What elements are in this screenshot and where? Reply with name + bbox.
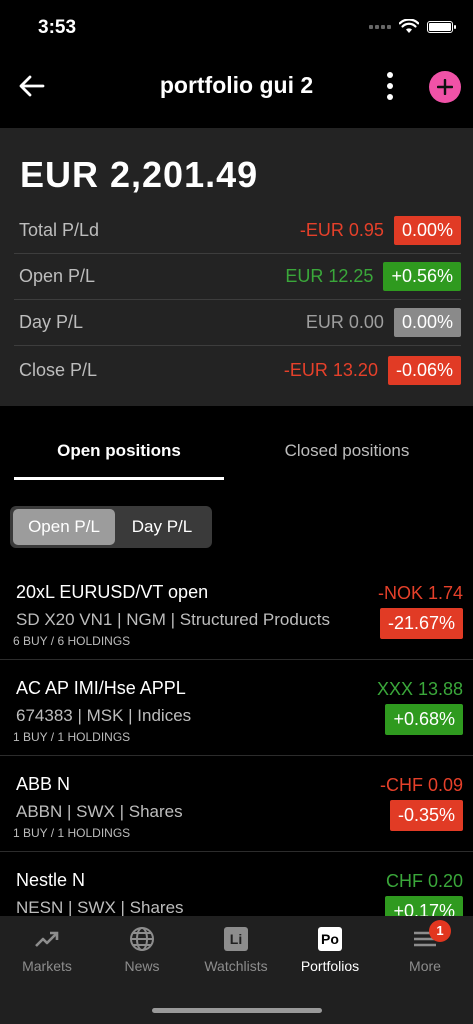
pl-label: Day P/L xyxy=(19,312,84,332)
nav-item-more[interactable]: 1 More xyxy=(385,920,465,974)
position-holdings: 6 BUY / 6 HOLDINGS xyxy=(13,634,131,648)
wifi-icon xyxy=(399,19,419,33)
portfolios-letter-icon: Po xyxy=(318,927,342,951)
nav-item-portfolios[interactable]: Po Portfolios xyxy=(290,926,370,974)
pl-row-close: Close P/L -EUR 13.20 -0.06% xyxy=(14,347,461,393)
positions-list: 20xL EURUSD/VT open SD X20 VN1 | NGM | S… xyxy=(0,564,473,916)
segment-open-pl[interactable]: Open P/L xyxy=(13,509,115,545)
positions-tabs: Open positions Closed positions xyxy=(14,428,461,480)
pl-segmented-control: Open P/L Day P/L xyxy=(10,506,212,548)
position-percent-badge: +0.68% xyxy=(385,704,463,735)
position-percent-badge: +0.17% xyxy=(385,896,463,916)
bottom-navigation: Markets News Li Watchlists Po Portfolios… xyxy=(0,916,473,1024)
notification-badge: 1 xyxy=(429,920,451,942)
list-item[interactable]: ABB N ABBN | SWX | Shares 1 BUY / 1 HOLD… xyxy=(0,756,473,852)
nav-label: Portfolios xyxy=(300,958,360,974)
pl-value: -EUR 13.20 xyxy=(283,359,378,380)
kebab-dot-icon xyxy=(387,72,393,78)
pl-percent-badge: +0.56% xyxy=(383,262,461,291)
nav-label: More xyxy=(409,958,441,974)
position-name: ABB N xyxy=(16,774,71,794)
tab-open-positions[interactable]: Open positions xyxy=(14,428,224,480)
tab-label: Closed positions xyxy=(284,441,410,460)
position-holdings: 1 BUY / 1 HOLDINGS xyxy=(13,826,131,840)
position-percent-badge: -21.67% xyxy=(379,608,463,639)
status-time: 3:53 xyxy=(38,17,77,38)
position-value: CHF 0.20 xyxy=(385,871,463,891)
nav-label: Watchlists xyxy=(204,958,268,974)
pl-row-day: Day P/L EUR 0.00 0.00% xyxy=(14,300,461,346)
nav-item-markets[interactable]: Markets xyxy=(7,926,87,974)
list-item[interactable]: Nestle N NESN | SWX | Shares CHF 0.20 +0… xyxy=(0,852,473,916)
tab-closed-positions[interactable]: Closed positions xyxy=(236,428,458,480)
pl-value: -EUR 0.95 xyxy=(299,220,384,240)
kebab-dot-icon xyxy=(387,83,393,89)
position-name: Nestle N xyxy=(16,870,86,890)
position-percent-badge: -0.35% xyxy=(389,800,463,831)
position-value: XXX 13.88 xyxy=(376,679,463,699)
portfolio-total-value: EUR 2,201.49 xyxy=(20,154,259,195)
pl-label: Close P/L xyxy=(19,359,98,380)
position-value: -NOK 1.74 xyxy=(377,583,463,603)
add-button[interactable] xyxy=(429,71,461,103)
pl-row-total: Total P/Ld -EUR 0.95 0.00% xyxy=(14,208,461,254)
nav-item-watchlists[interactable]: Li Watchlists xyxy=(196,926,276,974)
position-name: AC AP IMI/Hse APPL xyxy=(16,678,186,698)
portfolio-summary: EUR 2,201.49 Total P/Ld -EUR 0.95 0.00% … xyxy=(0,128,473,406)
app-bar: portfolio gui 2 xyxy=(0,56,473,116)
list-item[interactable]: AC AP IMI/Hse APPL 674383 | MSK | Indice… xyxy=(0,660,473,756)
more-options-button[interactable] xyxy=(376,68,404,104)
pl-value: EUR 0.00 xyxy=(305,312,384,332)
position-value: -CHF 0.09 xyxy=(379,775,463,795)
watchlists-letter-icon: Li xyxy=(224,927,248,951)
pl-value: EUR 12.25 xyxy=(285,266,374,286)
position-holdings: 1 BUY / 1 HOLDINGS xyxy=(13,730,131,744)
cellular-signal-icon xyxy=(369,24,391,29)
position-details: ABBN | SWX | Shares xyxy=(16,802,183,821)
pl-percent-badge: -0.06% xyxy=(387,355,461,385)
pl-row-open: Open P/L EUR 12.25 +0.56% xyxy=(14,254,461,300)
nav-label: Markets xyxy=(22,958,72,974)
pl-label: Total P/Ld xyxy=(19,220,100,240)
pl-percent-badge: 0.00% xyxy=(393,308,461,337)
segment-day-pl[interactable]: Day P/L xyxy=(115,509,209,545)
watchlists-icon: Li xyxy=(223,926,249,952)
position-details: 674383 | MSK | Indices xyxy=(16,706,192,725)
battery-icon xyxy=(427,20,456,33)
plus-icon xyxy=(437,79,453,95)
nav-item-news[interactable]: News xyxy=(102,926,182,974)
pl-label: Open P/L xyxy=(19,266,96,286)
status-bar: 3:53 xyxy=(0,0,473,56)
trending-up-icon xyxy=(34,926,60,952)
portfolios-icon: Po xyxy=(317,926,343,952)
status-icons xyxy=(369,19,456,34)
kebab-dot-icon xyxy=(387,94,393,100)
pl-percent-badge: 0.00% xyxy=(393,216,461,245)
active-tab-indicator xyxy=(14,477,224,480)
position-name: 20xL EURUSD/VT open xyxy=(16,582,209,602)
nav-label: News xyxy=(124,958,160,974)
position-details: SD X20 VN1 | NGM | Structured Products xyxy=(16,610,331,629)
position-details: NESN | SWX | Shares xyxy=(16,898,184,916)
list-item[interactable]: 20xL EURUSD/VT open SD X20 VN1 | NGM | S… xyxy=(0,564,473,660)
globe-icon xyxy=(129,926,155,952)
menu-icon: 1 xyxy=(412,920,451,952)
home-indicator[interactable] xyxy=(152,1008,322,1013)
tab-label: Open positions xyxy=(57,441,181,460)
